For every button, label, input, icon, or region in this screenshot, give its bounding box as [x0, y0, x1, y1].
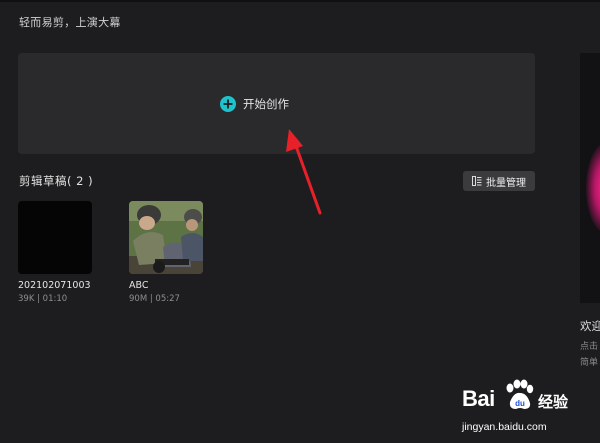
promo-text: 点击	[580, 342, 599, 352]
tagline: 轻而易剪，上演大幕	[19, 16, 121, 29]
draft-name: 202102071003	[18, 280, 91, 291]
baidu-paw-icon: du	[506, 379, 534, 409]
promo-title: 欢迎	[580, 319, 600, 333]
draft-name: ABC	[129, 280, 149, 291]
batch-list-icon	[472, 176, 482, 186]
draft-thumbnail[interactable]	[129, 201, 203, 274]
draft-thumbnail[interactable]	[18, 201, 92, 274]
start-creation-button[interactable]: 开始创作	[220, 94, 289, 114]
watermark-suffix: 经验	[538, 393, 569, 411]
baidu-jingyan-watermark: Bai du 经验 jingyan.baidu.com	[460, 379, 600, 443]
start-creation-label: 开始创作	[243, 97, 289, 111]
drafts-section-title: 剪辑草稿( 2 )	[19, 174, 94, 188]
start-creation-card[interactable]: 开始创作	[18, 53, 535, 154]
promo-banner[interactable]	[580, 53, 600, 303]
watermark-url: jingyan.baidu.com	[462, 421, 547, 433]
batch-manage-button[interactable]: 批量管理	[463, 171, 535, 191]
promo-image	[586, 143, 600, 233]
draft-card[interactable]: 202102071003 39K | 01:10	[18, 201, 93, 304]
batch-manage-label: 批量管理	[486, 177, 526, 189]
promo-text: 简单	[580, 358, 599, 368]
title-bar-edge	[0, 0, 600, 2]
draft-card[interactable]: ABC 90M | 05:27	[129, 201, 204, 304]
plus-icon	[220, 96, 236, 112]
draft-meta: 90M | 05:27	[129, 294, 180, 304]
draft-meta: 39K | 01:10	[18, 294, 68, 304]
svg-text:du: du	[515, 399, 525, 408]
watermark-brand: Bai	[462, 386, 495, 411]
